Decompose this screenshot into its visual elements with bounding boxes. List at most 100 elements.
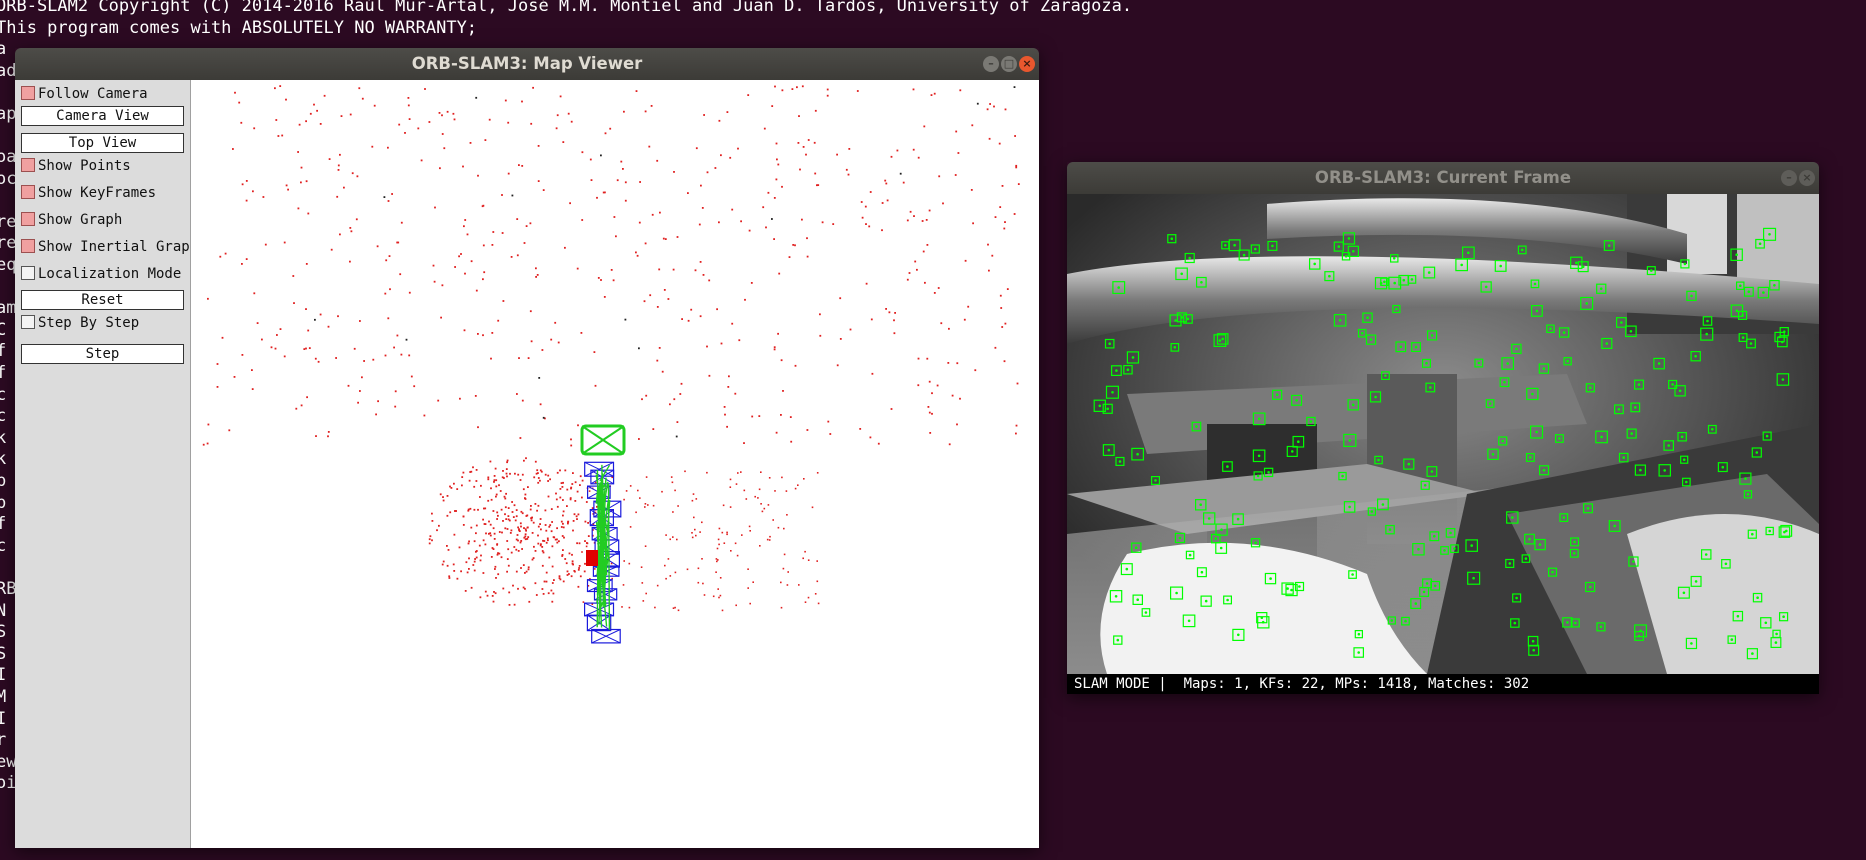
feature-point (1746, 338, 1756, 349)
feature-point (1628, 556, 1639, 567)
maximize-icon[interactable]: □ (1001, 56, 1017, 72)
map-point (328, 158, 331, 160)
map-point (570, 120, 573, 123)
close-icon[interactable]: × (1799, 170, 1815, 186)
terminal-fragment: p (0, 471, 7, 491)
map-canvas[interactable] (191, 80, 1039, 848)
minimize-icon[interactable]: – (983, 56, 999, 72)
map-point (459, 397, 461, 400)
top-view-button[interactable]: Top View (21, 133, 184, 153)
map-point (656, 306, 659, 308)
map-point (375, 413, 377, 416)
map-point (487, 499, 490, 502)
map-point (638, 438, 640, 440)
feature-point (1626, 428, 1637, 439)
close-icon[interactable]: × (1019, 56, 1035, 72)
localization-mode-checkbox[interactable]: Localization Mode (21, 264, 181, 284)
map-point (470, 526, 473, 529)
control-panel: Follow Camera Camera View Top View Show … (15, 80, 198, 848)
map-point (976, 102, 979, 105)
map-point (300, 166, 303, 169)
map-point (468, 557, 470, 560)
map-point (578, 565, 581, 567)
show-points-checkbox[interactable]: Show Points (21, 156, 131, 176)
show-keyframes-checkbox[interactable]: Show KeyFrames (21, 183, 156, 203)
reset-button[interactable]: Reset (21, 290, 184, 310)
map-point (537, 472, 539, 474)
show-graph-checkbox[interactable]: Show Graph (21, 210, 122, 230)
map-point (566, 488, 569, 491)
map-point (933, 292, 936, 294)
map-point (1001, 326, 1004, 328)
map-point (530, 122, 533, 125)
map-point (493, 532, 496, 535)
map-point (744, 298, 746, 301)
map-point (865, 282, 868, 285)
map-point (716, 547, 719, 550)
map-point (775, 178, 778, 181)
map-point (768, 539, 771, 541)
map-point (518, 164, 520, 166)
map-point (453, 118, 456, 121)
map-point (536, 274, 539, 276)
map-point (728, 375, 730, 378)
map-point (670, 476, 673, 478)
map-point (1006, 288, 1009, 290)
follow-camera-checkbox[interactable]: Follow Camera (21, 84, 148, 104)
map-point (517, 473, 520, 476)
map-point (664, 238, 667, 240)
map-point (527, 486, 529, 488)
feature-point (1175, 267, 1188, 281)
map-point (497, 552, 499, 554)
map-point (624, 318, 627, 321)
feature-point (1601, 337, 1613, 349)
minimize-icon[interactable]: – (1781, 170, 1797, 186)
map-point (525, 570, 528, 573)
map-point (363, 360, 365, 362)
feature-point (1253, 471, 1263, 481)
map-point (957, 152, 960, 154)
map-point (303, 348, 306, 350)
feature-point (1700, 549, 1712, 560)
map-point (865, 223, 867, 225)
map-point (740, 471, 742, 473)
feature-point (1401, 616, 1410, 626)
feature-point (1618, 452, 1629, 463)
map-point (699, 531, 701, 533)
map-point (274, 87, 276, 90)
map-point (586, 542, 589, 545)
map-point (594, 384, 597, 387)
map-point (506, 540, 509, 542)
feature-point (1559, 513, 1569, 522)
map-point (587, 535, 590, 537)
feature-point (1309, 258, 1321, 270)
camera-view-button[interactable]: Camera View (21, 106, 184, 126)
map-point (699, 261, 702, 263)
map-point (1014, 135, 1016, 137)
map-point (504, 527, 507, 530)
map-point (473, 540, 476, 543)
step-by-step-checkbox[interactable]: Step By Step (21, 313, 139, 333)
map-point (507, 507, 510, 509)
map-point (488, 118, 491, 121)
map-point (928, 209, 931, 212)
map-point (767, 504, 770, 506)
feature-point (1343, 433, 1357, 447)
map-point (579, 484, 581, 486)
map-viewer-titlebar[interactable]: ORB-SLAM3: Map Viewer – □ × (15, 48, 1039, 80)
map-point (871, 372, 874, 375)
step-button[interactable]: Step (21, 344, 184, 364)
current-frame-titlebar[interactable]: ORB-SLAM3: Current Frame – × (1067, 162, 1819, 194)
map-point (389, 288, 391, 291)
map-point (523, 527, 525, 529)
map-point (493, 538, 496, 540)
feature-point (1291, 394, 1303, 406)
feature-point (1185, 550, 1195, 560)
map-point (738, 339, 741, 342)
map-point (740, 220, 742, 223)
show-inertial-graph-checkbox[interactable]: Show Inertial Graph (21, 237, 198, 257)
map-point (702, 582, 704, 585)
map-point (327, 431, 330, 433)
map-point (494, 565, 497, 568)
map-point (473, 569, 476, 572)
